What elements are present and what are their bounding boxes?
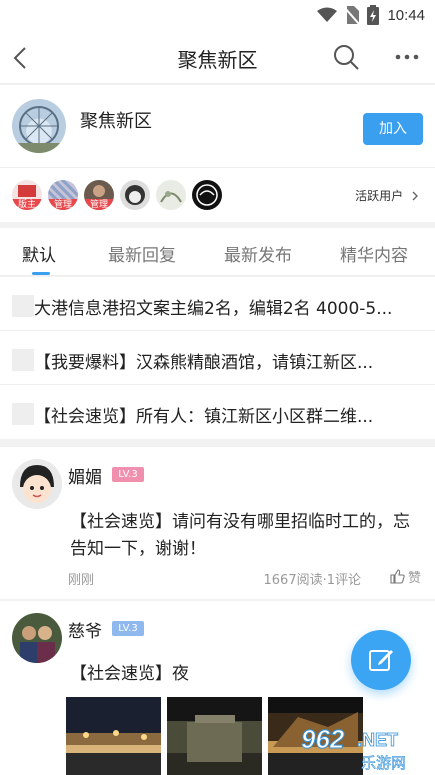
post-card[interactable]: 媚媚 LV.3 【社会速览】请问有没有哪里招临时工的，忘告知一下，谢谢！ 刚刚 …: [0, 447, 435, 599]
watermark-logo: 962 .NET 乐游网: [299, 722, 429, 773]
pin-tag-icon: [12, 403, 34, 425]
forum-header: 聚焦新区 加入: [0, 85, 435, 168]
tab-latest-reply[interactable]: 最新回复: [108, 241, 176, 266]
chevron-right-icon: [412, 191, 418, 201]
tab-active-indicator: [32, 272, 50, 275]
pinned-item[interactable]: 【社会速览】所有人：镇江新区小区群二维...: [0, 385, 435, 439]
pinned-title: 大港信息港招文案主编2名，编辑2名 4000-5...: [34, 299, 393, 319]
author-avatar[interactable]: [12, 459, 62, 509]
like-button[interactable]: 赞: [390, 567, 421, 586]
pinned-item[interactable]: 大港信息港招文案主编2名，编辑2名 4000-5...: [0, 277, 435, 331]
member-avatar[interactable]: 管理: [48, 180, 78, 210]
watermark-suffix: .NET: [357, 730, 398, 750]
post-image[interactable]: [167, 697, 262, 775]
forum-name: 聚焦新区: [80, 111, 152, 132]
pinned-list: 大港信息港招文案主编2名，编辑2名 4000-5... 【我要爆料】汉森熊精酿酒…: [0, 277, 435, 439]
member-badge: 管理: [84, 199, 114, 210]
member-avatar[interactable]: [192, 180, 222, 210]
members-bar[interactable]: 版主 管理 管理 活跃用户: [0, 168, 435, 222]
pinned-item[interactable]: 【我要爆料】汉森熊精酿酒馆，请镇江新区...: [0, 331, 435, 385]
join-button[interactable]: 加入: [363, 113, 423, 145]
nav-bar: 聚焦新区: [0, 32, 435, 84]
watermark-subtitle: 乐游网: [361, 754, 406, 772]
sort-tabs: 默认 最新回复 最新发布 精华内容: [0, 228, 435, 276]
level-badge: LV.3: [112, 467, 144, 482]
status-time: 10:44: [387, 6, 425, 24]
active-users-label: 活跃用户: [355, 189, 404, 203]
member-avatar[interactable]: 版主: [12, 180, 42, 210]
pin-tag-icon: [12, 349, 34, 371]
compose-button[interactable]: [351, 630, 411, 690]
status-bar: 10:44: [0, 0, 435, 32]
page-title: 聚焦新区: [177, 48, 258, 72]
member-badge: 版主: [12, 199, 42, 210]
search-icon[interactable]: [333, 44, 359, 70]
tab-default[interactable]: 默认: [22, 241, 56, 266]
forum-avatar: [12, 99, 66, 153]
author-name[interactable]: 媚媚: [68, 463, 102, 488]
member-badge: 管理: [48, 199, 78, 210]
wifi-icon: [317, 7, 338, 22]
thumbs-up-icon: [390, 569, 405, 584]
member-avatar[interactable]: 管理: [84, 180, 114, 210]
author-name[interactable]: 慈爷: [68, 617, 102, 642]
post-stats: 1667阅读·1评论: [263, 573, 362, 588]
battery-charging-icon: [367, 5, 380, 25]
watermark-number: 962: [301, 724, 345, 754]
post-image[interactable]: [66, 697, 161, 775]
tab-featured[interactable]: 精华内容: [340, 241, 408, 266]
pin-tag-icon: [12, 295, 34, 317]
more-icon[interactable]: [393, 44, 421, 70]
active-users-link[interactable]: 活跃用户: [355, 187, 419, 204]
post-time: 刚刚: [68, 573, 95, 588]
pinned-title: 【社会速览】所有人：镇江新区小区群二维...: [34, 407, 374, 427]
like-label: 赞: [407, 571, 421, 586]
member-avatar[interactable]: [120, 180, 150, 210]
pinned-title: 【我要爆料】汉森熊精酿酒馆，请镇江新区...: [34, 353, 374, 373]
edit-icon: [369, 650, 393, 671]
member-avatar[interactable]: [156, 180, 186, 210]
author-avatar[interactable]: [12, 613, 62, 663]
tab-latest-post[interactable]: 最新发布: [224, 241, 292, 266]
level-badge: LV.3: [112, 621, 144, 636]
no-sim-icon: [345, 6, 360, 24]
post-body: 【社会速览】请问有没有哪里招临时工的，忘告知一下，谢谢！: [70, 512, 410, 559]
